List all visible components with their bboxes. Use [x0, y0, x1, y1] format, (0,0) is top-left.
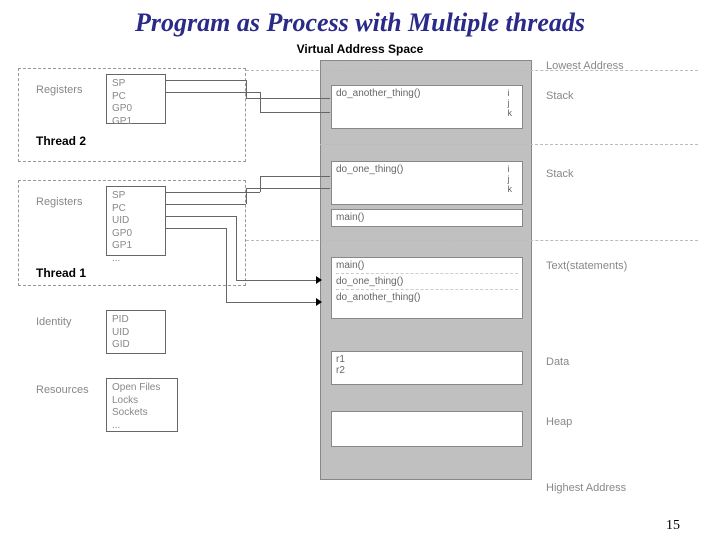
- vas-main: main(): [331, 209, 523, 227]
- vas-title: Virtual Address Space: [0, 42, 720, 56]
- connector: [260, 92, 261, 112]
- thread2-registers-label: Registers: [36, 84, 82, 96]
- connector: [166, 216, 236, 217]
- connector: [226, 302, 320, 303]
- res-item: ...: [112, 420, 172, 433]
- reg: SP: [112, 78, 160, 91]
- vas-stack1: do_one_thing() i j k: [331, 161, 523, 205]
- vas-heap: [331, 411, 523, 447]
- text-line: main(): [336, 260, 518, 271]
- text-label: Text(statements): [546, 260, 627, 272]
- connector: [246, 80, 247, 98]
- res-item: Sockets: [112, 407, 172, 420]
- res-item: Locks: [112, 395, 172, 408]
- identity-box: PID UID GID: [106, 310, 166, 354]
- identity-label: Identity: [36, 316, 71, 328]
- resources-box: Open Files Locks Sockets ...: [106, 378, 178, 432]
- thread1-registers-box: SP PC UID GP0 GP1 ...: [106, 186, 166, 256]
- vas-column: do_another_thing() i j k do_one_thing() …: [320, 60, 532, 480]
- thread2-label: Thread 2: [36, 134, 86, 148]
- connector: [166, 92, 260, 93]
- connector: [236, 280, 320, 281]
- data-var: r1: [336, 354, 518, 365]
- var: j: [508, 98, 513, 108]
- fn-name: do_one_thing(): [336, 164, 403, 175]
- data-var: r2: [336, 365, 518, 376]
- identity-item: UID: [112, 327, 160, 340]
- var: i: [508, 164, 513, 174]
- page-number: 15: [666, 518, 680, 534]
- diagram-area: Registers SP PC GP0 GP1 Thread 2 Registe…: [0, 60, 720, 530]
- var: j: [508, 174, 513, 184]
- var: k: [508, 108, 513, 118]
- reg: SP: [112, 190, 160, 203]
- connector: [236, 216, 237, 280]
- reg: UID: [112, 215, 160, 228]
- reg: ...: [112, 253, 160, 266]
- connector: [166, 204, 246, 205]
- page-title: Program as Process with Multiple threads: [0, 0, 720, 42]
- connector: [166, 80, 246, 81]
- connector: [246, 188, 330, 189]
- dash-sep: [246, 240, 698, 241]
- connector: [166, 228, 226, 229]
- dash-sep: [246, 70, 698, 71]
- thread2-registers-box: SP PC GP0 GP1: [106, 74, 166, 124]
- reg: GP1: [112, 240, 160, 253]
- fn-name: main(): [336, 212, 364, 223]
- identity-item: GID: [112, 339, 160, 352]
- connector: [260, 112, 330, 113]
- reg: GP1: [112, 116, 160, 129]
- reg: GP0: [112, 228, 160, 241]
- connector: [260, 176, 330, 177]
- connector: [246, 98, 330, 99]
- connector: [226, 228, 227, 302]
- stack2-label: Stack: [546, 90, 574, 102]
- vas-data: r1 r2: [331, 351, 523, 385]
- res-item: Open Files: [112, 382, 172, 395]
- connector: [246, 188, 247, 204]
- vas-stack2: do_another_thing() i j k: [331, 85, 523, 129]
- arrow-icon: [316, 276, 322, 284]
- heap-label: Heap: [546, 416, 572, 428]
- vas-text: main() do_one_thing() do_another_thing(): [331, 257, 523, 319]
- reg: PC: [112, 203, 160, 216]
- dash-sep: [320, 144, 698, 145]
- reg: GP0: [112, 103, 160, 116]
- resources-label: Resources: [36, 384, 89, 396]
- var: k: [508, 184, 513, 194]
- reg: PC: [112, 91, 160, 104]
- arrow-icon: [316, 298, 322, 306]
- identity-item: PID: [112, 314, 160, 327]
- stack1-label: Stack: [546, 168, 574, 180]
- var: i: [508, 88, 513, 98]
- highest-address-label: Highest Address: [546, 482, 626, 494]
- fn-name: do_another_thing(): [336, 88, 421, 99]
- thread1-label: Thread 1: [36, 266, 86, 280]
- connector: [260, 176, 261, 192]
- text-line: do_one_thing(): [336, 276, 518, 287]
- text-line: do_another_thing(): [336, 292, 518, 303]
- thread1-registers-label: Registers: [36, 196, 82, 208]
- data-label: Data: [546, 356, 569, 368]
